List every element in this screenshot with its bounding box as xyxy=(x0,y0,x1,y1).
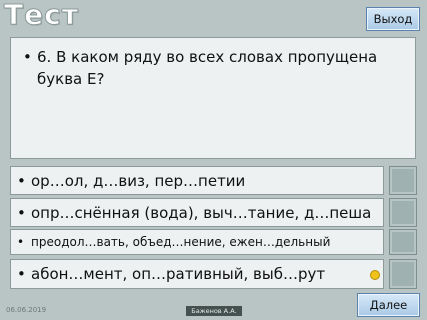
author-label: Баженов А.А. xyxy=(186,306,242,316)
answer-option-2[interactable]: • опр…снённая (вода), выч…тание, д…пеша xyxy=(10,198,384,227)
answer-checkbox-2[interactable] xyxy=(389,198,417,227)
bullet: • xyxy=(17,203,26,222)
selection-marker-icon xyxy=(370,270,380,280)
answer-checkbox-1[interactable] xyxy=(389,166,417,195)
answer-checkbox-4[interactable] xyxy=(389,259,417,289)
exit-button[interactable]: Выход xyxy=(366,7,420,31)
test-title: Тест xyxy=(4,0,79,32)
answer-checkbox-3[interactable] xyxy=(389,229,417,255)
answer-text: преодол…вать, объед…нение, ежен…дельный xyxy=(31,235,331,249)
answer-text: ор…ол, д…виз, пер…петии xyxy=(31,171,246,190)
answer-option-4[interactable]: • абон…мент, оп…ративный, выб…рут xyxy=(10,259,384,289)
slide-date: 06.06.2019 xyxy=(6,306,47,314)
answer-text: опр…снённая (вода), выч…тание, д…пеша xyxy=(31,203,372,222)
answer-option-1[interactable]: • ор…ол, д…виз, пер…петии xyxy=(10,166,384,195)
bullet: • xyxy=(17,171,26,190)
answer-option-3[interactable]: • преодол…вать, объед…нение, ежен…дельны… xyxy=(10,229,384,255)
bullet: • xyxy=(17,265,26,283)
bullet: • xyxy=(17,235,25,249)
answer-text: абон…мент, оп…ративный, выб…рут xyxy=(31,265,326,283)
question-text: 6. В каком ряду во всех словах пропущена… xyxy=(23,46,417,90)
question-panel: 6. В каком ряду во всех словах пропущена… xyxy=(10,37,416,159)
next-button[interactable]: Далее xyxy=(357,293,420,317)
